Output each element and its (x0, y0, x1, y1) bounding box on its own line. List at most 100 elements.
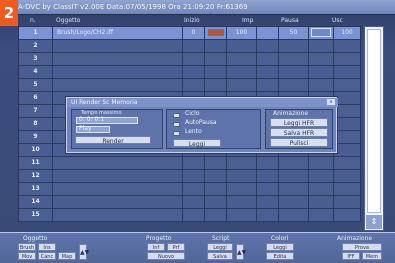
read-colors-button[interactable]: Leggi (266, 243, 294, 251)
autopause-checkbox[interactable] (173, 122, 180, 127)
app-window: 2 A-DVC by ClassIT v2.00E Data:07/05/199… (0, 0, 395, 263)
row-cell (257, 196, 279, 208)
row-cell (257, 157, 279, 169)
memory-button[interactable]: Mem (362, 252, 382, 260)
slow-label: Lento (185, 128, 202, 135)
script-scroll-icon[interactable]: ▲▼ (236, 244, 246, 260)
slow-checkbox[interactable] (173, 131, 180, 136)
insert-button[interactable]: Ins (38, 243, 56, 251)
row-cell (309, 196, 334, 208)
row-cell (227, 53, 257, 65)
table-row[interactable]: 4 (19, 66, 360, 79)
row-cell (205, 209, 227, 221)
header-start: Inizio (184, 17, 200, 24)
row-number: 1 (19, 27, 53, 39)
close-icon[interactable]: x (327, 99, 335, 105)
row-number: 9 (19, 131, 53, 143)
row-cell (227, 170, 257, 182)
header-number: n. (30, 17, 36, 24)
row-imp: 100 (227, 27, 257, 39)
row-cell (205, 196, 227, 208)
row-pause: 50 (279, 27, 309, 39)
row-cell (205, 183, 227, 195)
info-button[interactable]: Inf (147, 243, 165, 251)
table-row[interactable]: 13 (19, 183, 360, 196)
bottom-toolbar: Oggetto Brush Ins Mov Canc Map ▲▼ Proget… (0, 232, 395, 263)
row-cell (334, 157, 360, 169)
colors-group-label: Colori (271, 235, 289, 242)
table-row[interactable]: 1 Brush/Logo/CH2.iff 0 100 50 100 (19, 27, 360, 40)
row-cell (279, 209, 309, 221)
table-row[interactable]: 2 (19, 40, 360, 53)
row-start (183, 209, 205, 221)
row-cell (205, 157, 227, 169)
row-blank (257, 27, 279, 39)
dialog-title: UI Render Sc Memoria (67, 98, 338, 107)
clean-button[interactable]: Pulisci (270, 138, 328, 147)
row-usc: 100 (341, 29, 353, 36)
header-imp: Imp (242, 17, 254, 24)
save-script-button[interactable]: Salva (207, 252, 233, 260)
iff-button[interactable]: IFF (342, 252, 360, 260)
edit-colors-button[interactable]: Edita (266, 252, 294, 260)
test-button[interactable]: Prova (342, 243, 382, 251)
brush-button[interactable]: Brush (18, 243, 36, 251)
row-object (53, 66, 183, 78)
cycle-checkbox[interactable] (173, 113, 180, 118)
row-cell (334, 79, 360, 91)
row-cell (257, 170, 279, 182)
row-cell (334, 209, 360, 221)
vertical-scrollbar[interactable]: ⇕ (364, 26, 384, 231)
row-cell (309, 170, 334, 182)
row-start (183, 196, 205, 208)
row-cell (309, 66, 334, 78)
move-button[interactable]: Mov (18, 252, 36, 260)
row-cell (309, 79, 334, 91)
load-button[interactable]: Leggi (173, 139, 221, 148)
table-row[interactable]: 15 (19, 209, 360, 222)
row-number: 3 (19, 53, 53, 65)
row-cell (227, 66, 257, 78)
map-button[interactable]: Map (58, 252, 76, 260)
read-script-button[interactable]: Leggi (207, 243, 233, 251)
scroll-thumb[interactable] (367, 29, 381, 213)
project-group-label: Progetto (146, 235, 172, 242)
table-row[interactable]: 11 (19, 157, 360, 170)
row-object (53, 157, 183, 169)
row-start (183, 66, 205, 78)
row-cell (279, 170, 309, 182)
row-cell (205, 79, 227, 91)
table-row[interactable]: 14 (19, 196, 360, 209)
row-cell (279, 196, 309, 208)
up-down-icon[interactable]: ▲▼ (79, 244, 89, 260)
row-number: 5 (19, 79, 53, 91)
row-cell (309, 53, 334, 65)
row-start (183, 40, 205, 52)
row-cell (279, 53, 309, 65)
row-cell (227, 79, 257, 91)
row-object (53, 209, 183, 221)
delete-button[interactable]: Canc (38, 252, 56, 260)
row-object (53, 79, 183, 91)
header-pause: Pausa (281, 17, 299, 24)
table-row[interactable]: 5 (19, 79, 360, 92)
row-number: 11 (19, 157, 53, 169)
render-button[interactable]: Render (75, 136, 151, 145)
row-number: 14 (19, 196, 53, 208)
row-object (53, 183, 183, 195)
table-row[interactable]: 12 (19, 170, 360, 183)
row-cell (309, 40, 334, 52)
row-cell (227, 157, 257, 169)
read-hfr-button[interactable]: Leggi HFR (270, 118, 328, 127)
row-cell (227, 40, 257, 52)
scroll-arrow-icon[interactable]: ⇕ (366, 215, 382, 229)
table-row[interactable]: 3 (19, 53, 360, 66)
row-number: 7 (19, 105, 53, 117)
play-label: Play (79, 125, 92, 132)
save-hfr-button[interactable]: Salva HFR (270, 128, 328, 137)
table-header: n. Oggetto Inizio Imp Pausa Usc (18, 16, 361, 26)
row-number: 15 (19, 209, 53, 221)
new-project-button[interactable]: Nuovo (147, 252, 185, 260)
row-cell (309, 157, 334, 169)
preferences-button[interactable]: Prf (167, 243, 185, 251)
